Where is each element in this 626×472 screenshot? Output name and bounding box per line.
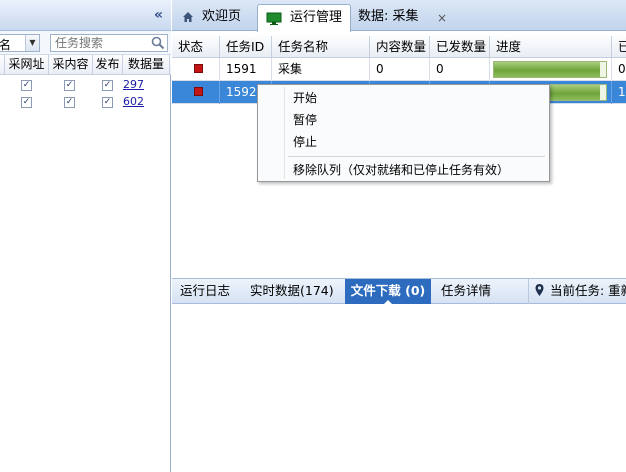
menu-item-remove-from-queue[interactable]: 移除队列（仅对就绪和已停止任务有效） xyxy=(293,160,509,180)
current-task-indicator: 当前任务: 重新 xyxy=(528,279,626,304)
publish-checkbox[interactable]: ✓ xyxy=(102,97,113,108)
status-cell xyxy=(172,58,220,81)
tab-run-management-label: 运行管理 xyxy=(290,10,343,25)
document-tabs: 欢迎页 运行管理 数据: 采集 × xyxy=(172,0,626,32)
tab-welcome[interactable]: 欢迎页 xyxy=(174,4,249,31)
truncated-cell: 17 xyxy=(612,81,626,104)
sent-count-cell: 0 xyxy=(430,58,490,81)
tab-run-log[interactable]: 运行日志 xyxy=(176,279,234,304)
name-filter-select[interactable]: 名 ▼ xyxy=(0,34,40,52)
progress-bar-fill xyxy=(494,62,601,77)
tab-welcome-label: 欢迎页 xyxy=(202,9,242,24)
tab-data-collect-label: 数据: 采集 xyxy=(358,9,419,24)
tab-realtime-data[interactable]: 实时数据(174) xyxy=(246,279,338,304)
col-truncated[interactable]: 已 xyxy=(612,36,626,58)
location-pin-icon xyxy=(535,284,544,296)
task-row[interactable]: 1591 采集 0 0 0 xyxy=(172,58,626,81)
left-col-count[interactable]: 数据量 xyxy=(123,55,170,75)
dropdown-arrow-icon[interactable]: ▼ xyxy=(25,35,39,51)
col-status[interactable]: 状态 xyxy=(172,36,220,58)
collect-content-checkbox[interactable]: ✓ xyxy=(64,80,75,91)
collect-url-checkbox[interactable]: ✓ xyxy=(21,80,32,91)
progress-cell xyxy=(490,58,612,81)
menu-item-pause[interactable]: 暂停 xyxy=(293,110,317,130)
tab-task-details[interactable]: 任务详情 xyxy=(437,279,495,304)
stopped-status-icon xyxy=(194,64,203,73)
left-table-row[interactable]: ✓ ✓ ✓ 297 xyxy=(0,77,171,94)
task-name-cell: 采集 xyxy=(272,58,370,81)
task-search-box[interactable] xyxy=(50,34,168,52)
monitor-icon xyxy=(266,12,282,25)
task-search-input[interactable] xyxy=(51,35,149,51)
left-panel-header: « xyxy=(0,0,171,31)
task-id-cell: 1591 xyxy=(220,58,272,81)
tab-file-download[interactable]: 文件下载 (0) xyxy=(345,279,431,305)
truncated-cell: 0 xyxy=(612,58,626,81)
task-grid-header: 状态 任务ID 任务名称 内容数量 已发数量 进度 已 xyxy=(172,36,626,58)
task-context-menu: 开始 暂停 停止 移除队列（仅对就绪和已停止任务有效） xyxy=(257,84,550,182)
tab-run-management[interactable]: 运行管理 xyxy=(257,4,352,32)
menu-item-stop[interactable]: 停止 xyxy=(293,132,317,152)
left-col-publish[interactable]: 发布 xyxy=(93,55,123,75)
tab-data-collect[interactable]: 数据: 采集 xyxy=(350,4,427,31)
file-download-content xyxy=(172,304,626,472)
bottom-tabs-bar: 运行日志 实时数据(174) 文件下载 (0) 任务详情 当前任务: 重新 xyxy=(172,278,626,305)
home-icon xyxy=(183,12,193,22)
publish-checkbox[interactable]: ✓ xyxy=(102,80,113,91)
collapse-double-chevron-icon[interactable]: « xyxy=(154,7,163,23)
menu-separator xyxy=(288,156,545,157)
left-table-header: 采网址 采内容 发布 数据量 xyxy=(0,55,171,75)
left-col-collect-content[interactable]: 采内容 xyxy=(49,55,93,75)
left-col-collect-url[interactable]: 采网址 xyxy=(5,55,49,75)
col-task-name[interactable]: 任务名称 xyxy=(272,36,370,58)
task-list-panel: « 名 ▼ 采网址 采内容 发布 数据量 ✓ ✓ ✓ 297 ✓ ✓ ✓ 602 xyxy=(0,0,171,472)
content-count-cell: 0 xyxy=(370,58,430,81)
collect-content-checkbox[interactable]: ✓ xyxy=(64,97,75,108)
status-cell xyxy=(172,81,220,104)
name-filter-value: 名 xyxy=(0,38,12,52)
left-toolbar: 名 ▼ xyxy=(0,31,171,55)
progress-bar xyxy=(493,61,607,78)
menu-item-start[interactable]: 开始 xyxy=(293,88,317,108)
current-task-label: 当前任务: 重新 xyxy=(550,283,626,298)
stopped-status-icon xyxy=(194,87,203,96)
col-sent-count[interactable]: 已发数量 xyxy=(430,36,490,58)
collect-url-checkbox[interactable]: ✓ xyxy=(21,97,32,108)
search-icon[interactable] xyxy=(151,36,165,50)
close-tab-icon[interactable]: × xyxy=(437,11,447,25)
col-task-id[interactable]: 任务ID xyxy=(220,36,272,58)
col-content-count[interactable]: 内容数量 xyxy=(370,36,430,58)
col-progress[interactable]: 进度 xyxy=(490,36,612,58)
data-count-link[interactable]: 297 xyxy=(123,78,144,91)
left-table-row[interactable]: ✓ ✓ ✓ 602 xyxy=(0,94,171,111)
data-count-link[interactable]: 602 xyxy=(123,95,144,108)
